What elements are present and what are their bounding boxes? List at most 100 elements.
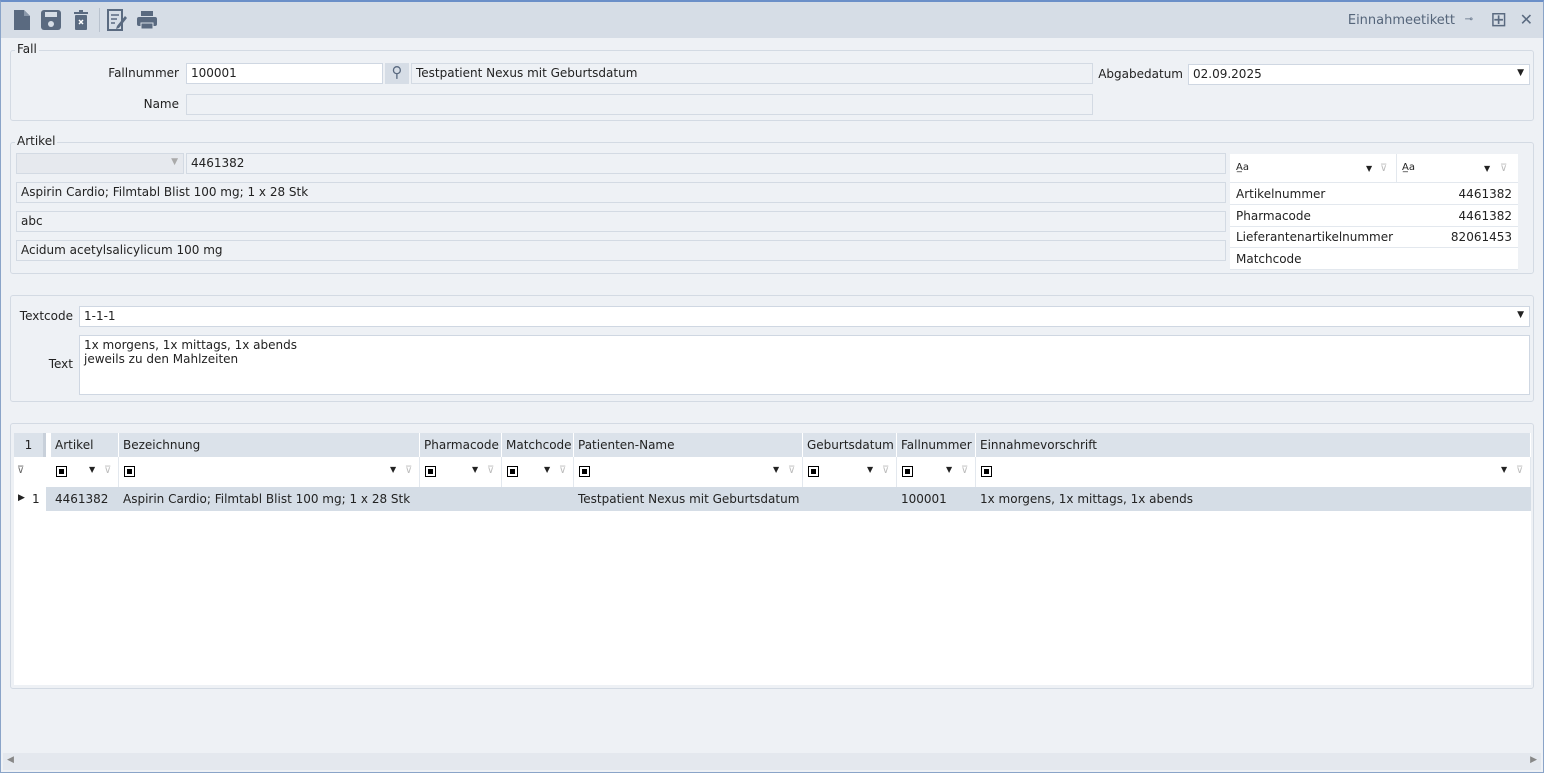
property-value: 82061453 — [1450, 230, 1512, 244]
textcode-label: Textcode — [19, 309, 73, 323]
pin-icon[interactable]: ⊸ — [1465, 14, 1473, 25]
filter-checkbox-icon[interactable] — [902, 466, 913, 477]
search-icon[interactable]: ⚲ — [385, 63, 409, 84]
filter-row-icon[interactable]: ⊽ — [17, 465, 24, 476]
scroll-left-icon[interactable]: ◀ — [7, 755, 14, 765]
dropdown-arrow-icon[interactable]: ▼ — [89, 465, 95, 474]
property-row: Pharmacode 4461382 — [1230, 206, 1518, 227]
filter-operator-icon[interactable]: A̲a — [1402, 162, 1415, 173]
text-area[interactable]: 1x morgens, 1x mittags, 1x abends jeweil… — [79, 335, 1530, 395]
filter-checkbox-icon[interactable] — [124, 466, 135, 477]
abgabedatum-picker[interactable]: 02.09.2025 ▼ — [1188, 64, 1530, 85]
filter-checkbox-icon[interactable] — [808, 466, 819, 477]
save-icon[interactable] — [40, 9, 62, 31]
dropdown-arrow-icon[interactable]: ▼ — [472, 465, 478, 474]
close-icon[interactable]: ✕ — [1520, 10, 1533, 29]
textcode-select[interactable]: 1-1-1 ▼ — [79, 306, 1530, 327]
column-filter[interactable]: ▼ ⊽ — [574, 457, 803, 487]
table-cell: 4461382 — [55, 492, 109, 506]
column-filter[interactable]: ▼ ⊽ — [803, 457, 897, 487]
print-icon[interactable] — [136, 9, 158, 31]
clear-filter-icon[interactable]: ⊽ — [104, 465, 111, 476]
property-value: 4461382 — [1458, 187, 1512, 201]
property-key: Pharmacode — [1236, 209, 1311, 223]
column-filter[interactable]: ▼ ⊽ — [119, 457, 420, 487]
artikel-wirkstoff: Acidum acetylsalicylicum 100 mg — [16, 240, 1226, 261]
toolbar-separator — [99, 8, 100, 32]
filter-row: ⊽ ▼ ⊽ ▼ ⊽ ▼ ⊽ ▼ ⊽ ▼ ⊽ ▼ ⊽ ▼ ⊽ ▼ ⊽ — [14, 457, 1531, 487]
edit-text-icon[interactable] — [106, 9, 128, 31]
patient-display: Testpatient Nexus mit Geburtsdatum — [411, 63, 1093, 84]
column-header[interactable]: Bezeichnung — [119, 433, 420, 457]
dropdown-arrow-icon: ▼ — [171, 157, 178, 167]
column-header[interactable]: Fallnummer — [897, 433, 976, 457]
window-title: Einnahmeetikett — [1347, 13, 1455, 28]
name-input[interactable] — [186, 94, 1093, 115]
column-header[interactable]: Patienten-Name — [574, 433, 803, 457]
row-number: 1 — [32, 492, 40, 506]
delete-icon[interactable] — [70, 9, 92, 31]
dropdown-arrow-icon[interactable]: ▼ — [1501, 465, 1507, 474]
clear-filter-icon[interactable]: ⊽ — [1380, 163, 1387, 174]
dropdown-arrow-icon[interactable]: ▼ — [946, 465, 952, 474]
filter-checkbox-icon[interactable] — [56, 466, 67, 477]
dropdown-arrow-icon[interactable]: ▼ — [390, 465, 396, 474]
clear-filter-icon[interactable]: ⊽ — [1516, 465, 1523, 476]
table-row[interactable]: 4461382 Aspirin Cardio; Filmtabl Blist 10… — [46, 487, 1531, 511]
filter-checkbox-icon[interactable] — [507, 466, 518, 477]
dropdown-arrow-icon[interactable]: ▼ — [544, 465, 550, 474]
property-row: Lieferantenartikelnummer 82061453 — [1230, 227, 1518, 248]
table-cell: Aspirin Cardio; Filmtabl Blist 100 mg; 1… — [123, 492, 411, 506]
column-filter[interactable]: ▼ ⊽ — [502, 457, 574, 487]
filter-operator-icon[interactable]: A̲a — [1236, 162, 1249, 173]
dropdown-arrow-icon[interactable]: ▼ — [867, 465, 873, 474]
filter-checkbox-icon[interactable] — [981, 466, 992, 477]
dropdown-arrow-icon[interactable]: ▼ — [1517, 310, 1524, 320]
property-row: Matchcode — [1230, 249, 1518, 270]
horizontal-scrollbar[interactable]: ◀ ▶ — [3, 753, 1541, 770]
clear-filter-icon[interactable]: ⊽ — [961, 465, 968, 476]
clear-filter-icon[interactable]: ⊽ — [882, 465, 889, 476]
artikel-nummer: 4461382 — [186, 153, 1226, 174]
column-header[interactable]: Einnahmevorschrift — [976, 433, 1531, 457]
property-key: Matchcode — [1236, 252, 1302, 266]
clear-filter-icon[interactable]: ⊽ — [788, 465, 795, 476]
property-value: 4461382 — [1458, 209, 1512, 223]
new-document-icon[interactable] — [11, 9, 33, 31]
artikel-group-label: Artikel — [15, 134, 58, 148]
column-header[interactable]: Artikel — [51, 433, 119, 457]
fallnummer-input[interactable]: 100001 — [186, 63, 383, 84]
clear-filter-icon[interactable]: ⊽ — [559, 465, 566, 476]
clear-filter-icon[interactable]: ⊽ — [1500, 163, 1507, 174]
layout-grid-icon[interactable]: ⊞ — [1490, 7, 1507, 31]
filter-checkbox-icon[interactable] — [579, 466, 590, 477]
dropdown-arrow-icon[interactable]: ▼ — [1517, 68, 1524, 78]
text-label: Text — [48, 357, 73, 371]
textcode-value: 1-1-1 — [84, 309, 116, 323]
artikel-type-select[interactable]: ▼ — [16, 153, 184, 174]
dropdown-arrow-icon[interactable]: ▼ — [1366, 164, 1372, 173]
column-filter[interactable]: ▼ ⊽ — [420, 457, 502, 487]
dropdown-arrow-icon[interactable]: ▼ — [773, 465, 779, 474]
column-header[interactable]: Matchcode — [502, 433, 574, 457]
properties-filter-row: A̲a ▼ ⊽ A̲a ▼ ⊽ — [1230, 154, 1518, 183]
scroll-right-icon[interactable]: ▶ — [1530, 755, 1537, 765]
clear-filter-icon[interactable]: ⊽ — [405, 465, 412, 476]
fall-group-label: Fall — [15, 42, 39, 56]
filter-checkbox-icon[interactable] — [425, 466, 436, 477]
artikel-bezeichnung: Aspirin Cardio; Filmtabl Blist 100 mg; 1… — [16, 182, 1226, 203]
fallnummer-label: Fallnummer — [108, 66, 179, 80]
artikel-line2: abc — [16, 211, 1226, 232]
table-cell: 100001 — [901, 492, 947, 506]
dropdown-arrow-icon[interactable]: ▼ — [1484, 164, 1490, 173]
property-key: Artikelnummer — [1236, 187, 1326, 201]
column-filter[interactable]: ▼ ⊽ — [976, 457, 1531, 487]
clear-filter-icon[interactable]: ⊽ — [487, 465, 494, 476]
abgabedatum-label: Abgabedatum — [1098, 67, 1183, 81]
column-header[interactable]: Pharmacode — [420, 433, 502, 457]
column-filter[interactable]: ▼ ⊽ — [51, 457, 119, 487]
column-header[interactable]: Geburtsdatum — [803, 433, 897, 457]
window: Einnahmeetikett ⊸ ⊞ ✕ Fall Fallnummer 10… — [0, 0, 1544, 773]
column-filter[interactable]: ▼ ⊽ — [897, 457, 976, 487]
name-label: Name — [143, 97, 179, 111]
